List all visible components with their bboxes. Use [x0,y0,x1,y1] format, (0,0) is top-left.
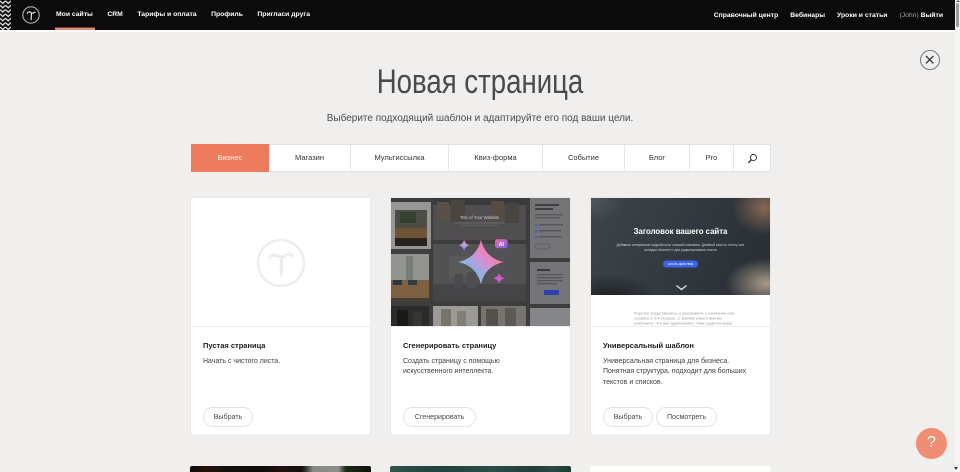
svg-text:компания, какие у нее ценности: компания, какие у нее ценности и устремл… [634,326,723,327]
svg-text:Заголовок вашего сайта: Заголовок вашего сайта [634,227,728,236]
svg-text:Title of Your Website: Title of Your Website [460,215,500,220]
svg-text:Добавьте интересные подробност: Добавьте интересные подробности о вашей … [617,243,745,247]
svg-text:НАЧАТЬ ДЕЙСТВИЕ: НАЧАТЬ ДЕЙСТВИЕ [668,262,694,266]
svg-text:AI: AI [499,242,505,248]
svg-text:вкладка «Контент» для редактир: вкладка «Контент» для редактирования тек… [644,248,716,252]
